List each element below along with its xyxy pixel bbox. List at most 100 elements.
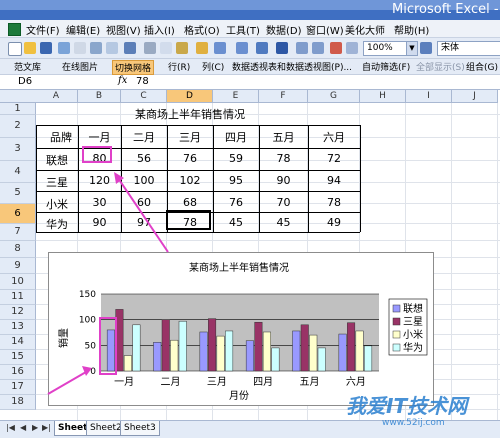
cell-g6[interactable]: 49 [308,216,360,229]
toggle-gridlines-button[interactable]: 切换网格 [112,60,155,75]
menu-data[interactable]: 数据(D) [266,22,302,37]
column-header-f[interactable]: F [259,90,308,103]
row-header-17[interactable]: 17 [0,380,36,395]
bar-一月-华为[interactable] [132,324,141,372]
menu-window[interactable]: 窗口(W) [306,22,344,37]
bar-三月-小米[interactable] [216,335,225,372]
row-header-2[interactable]: 2 [0,115,36,138]
cell-d5[interactable]: 68 [167,196,213,209]
row-header-10[interactable]: 10 [0,274,36,290]
bar-二月-小米[interactable] [170,339,179,372]
column-header-d[interactable]: D [167,90,213,103]
header-feb[interactable]: 二月 [121,129,167,145]
fx-icon[interactable]: fx [118,75,127,86]
name-box[interactable]: D6 [18,76,96,87]
row-label-xiaomi[interactable]: 小米 [36,196,78,212]
redo-icon[interactable] [236,42,248,54]
menu-view[interactable]: 视图(V) [106,22,141,37]
insert-column-button[interactable]: 列(C) [202,60,224,73]
paste-icon[interactable] [176,42,188,54]
cell-b4[interactable]: 120 [78,174,121,187]
group-button[interactable]: 组合(G) [466,60,498,73]
header-jan[interactable]: 一月 [78,129,121,145]
cell-d3[interactable]: 76 [167,152,213,165]
cell-b6[interactable]: 90 [78,216,121,229]
bar-二月-联想[interactable] [153,342,162,372]
autofilter-button[interactable]: 自动筛选(F) [362,60,410,73]
row-header-12[interactable]: 12 [0,305,36,320]
menu-help[interactable]: 帮助(H) [394,22,429,37]
cell-d4[interactable]: 102 [167,174,213,187]
excel-icon[interactable] [8,23,21,36]
row-header-14[interactable]: 14 [0,335,36,350]
menu-insert[interactable]: 插入(I) [144,22,175,37]
pivot-table-button[interactable]: 数据透视表和数据透视图(P)... [232,60,352,73]
online-images-button[interactable]: 在线图片 [62,60,98,73]
bar-六月-联想[interactable] [338,333,347,372]
show-all-button[interactable]: 全部显示(S) [416,60,465,73]
column-header-b[interactable]: B [78,90,121,103]
font-select[interactable]: 宋体 [437,41,500,56]
bar-三月-联想[interactable] [199,331,208,372]
column-header-a[interactable]: A [35,90,78,103]
select-all-corner[interactable] [0,90,36,103]
bar-三月-三星[interactable] [208,318,217,372]
menu-edit[interactable]: 编辑(E) [66,22,100,37]
bar-二月-华为[interactable] [178,320,187,372]
cell-e6[interactable]: 45 [213,216,259,229]
zoom-select[interactable]: 100% [363,41,408,56]
header-may[interactable]: 五月 [259,129,308,145]
cut-icon[interactable] [144,42,156,54]
cell-g3[interactable]: 72 [308,152,360,165]
column-header-g[interactable]: G [308,90,360,103]
bar-二月-三星[interactable] [161,319,170,372]
column-header-j[interactable]: J [452,90,498,103]
hyperlink-icon[interactable] [256,42,268,54]
bar-五月-三星[interactable] [300,324,309,372]
cell-g5[interactable]: 78 [308,196,360,209]
format-painter-icon[interactable] [196,42,208,54]
formula-input[interactable]: 78 [136,76,149,87]
copy-icon[interactable] [160,42,172,54]
undo-icon[interactable] [214,42,226,54]
autosum-icon[interactable] [276,42,288,54]
cell-c3[interactable]: 56 [121,152,167,165]
print-icon[interactable] [90,42,102,54]
cell-e4[interactable]: 95 [213,174,259,187]
row-label-huawei[interactable]: 华为 [36,216,78,232]
column-header-h[interactable]: H [360,90,406,103]
bar-四月-华为[interactable] [271,347,280,372]
cell-c4[interactable]: 100 [121,174,167,187]
row-label-samsung[interactable]: 三星 [36,174,78,190]
insert-row-button[interactable]: 行(R) [168,60,190,73]
row-header-16[interactable]: 16 [0,365,36,380]
cell-f3[interactable]: 78 [259,152,308,165]
column-header-i[interactable]: I [406,90,452,103]
spelling-icon[interactable] [124,42,136,54]
first-sheet-icon[interactable]: |◀ [6,423,15,432]
cell-f6[interactable]: 45 [259,216,308,229]
menu-file[interactable]: 文件(F) [26,22,60,37]
row-header-15[interactable]: 15 [0,350,36,365]
bar-六月-华为[interactable] [364,345,373,372]
help-icon[interactable] [420,42,432,54]
menu-format[interactable]: 格式(O) [184,22,220,37]
tab-sheet3[interactable]: Sheet3 [120,421,160,436]
save-icon[interactable] [40,42,52,54]
permission-icon[interactable] [58,42,70,54]
cell-c6[interactable]: 97 [121,216,167,229]
header-apr[interactable]: 四月 [213,129,259,145]
preview-icon[interactable] [106,42,118,54]
row-header-3[interactable]: 3 [0,138,36,161]
row-header-11[interactable]: 11 [0,290,36,305]
row-header-13[interactable]: 13 [0,320,36,335]
row-header-7[interactable]: 7 [0,224,36,241]
cell-f4[interactable]: 90 [259,174,308,187]
row-header-6[interactable]: 6 [0,204,36,224]
row-header-1[interactable]: 1 [0,103,36,115]
header-jun[interactable]: 六月 [308,129,360,145]
sort-asc-icon[interactable] [296,42,308,54]
bar-六月-小米[interactable] [355,330,364,372]
chart-object[interactable]: 某商场上半年销售情况 销量 月份 0 50 100 150 一月 二月 三月 四月 五月 六月 联… [48,252,434,406]
open-icon[interactable] [24,42,36,54]
